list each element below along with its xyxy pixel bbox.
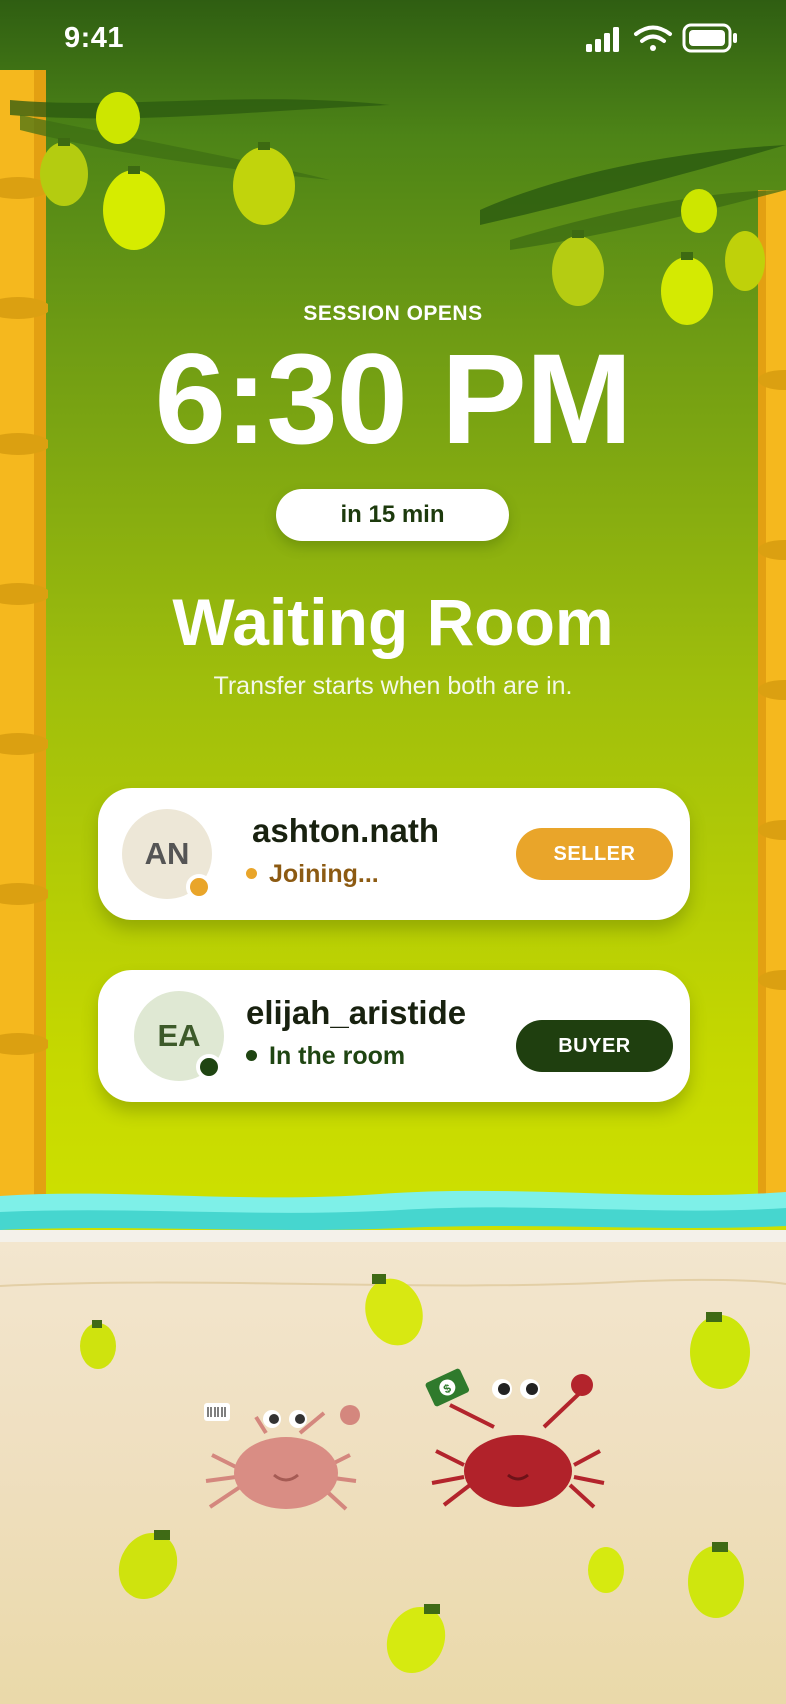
participant-status: In the room (246, 1042, 405, 1071)
participant-card-buyer[interactable]: EA elijah_aristide In the room BUYER (98, 970, 690, 1102)
participant-status: Joining... (246, 860, 379, 889)
session-opens-label: SESSION OPENS (303, 302, 483, 325)
page-subtitle: Transfer starts when both are in. (213, 672, 573, 700)
countdown-pill: in 15 min (276, 489, 509, 541)
status-time: 9:41 (64, 22, 125, 54)
barcode-icon (204, 1403, 230, 1421)
buyer-role-badge[interactable]: BUYER (516, 1020, 673, 1072)
wifi-icon (634, 25, 672, 51)
status-icons (586, 23, 737, 53)
presence-dot (186, 874, 212, 900)
battery-icon (682, 23, 737, 53)
seller-role-badge[interactable]: SELLER (516, 828, 673, 880)
status-text: In the room (269, 1042, 406, 1070)
leaves-right-decoration (480, 145, 786, 325)
participant-username: ashton.nath (252, 812, 439, 849)
leaves-left-decoration (10, 92, 390, 250)
money-icon: $ (425, 1368, 470, 1407)
status-dot-icon (246, 867, 257, 879)
pineapple-icon (80, 1274, 750, 1674)
presence-dot (196, 1054, 222, 1080)
beach-fruit-decoration (80, 1274, 750, 1674)
session-time: 6:30 PM (154, 328, 633, 471)
page-title: Waiting Room (172, 585, 614, 659)
app-screen: $ 9:41 SESSION OPENS 6:30 PM in 15 min W… (0, 0, 786, 1704)
participant-username: elijah_aristide (246, 994, 467, 1031)
buyer-crab-illustration: $ (425, 1368, 605, 1509)
participant-card-seller[interactable]: AN ashton.nath Joining... SELLER (98, 788, 690, 920)
status-text: Joining... (269, 860, 379, 888)
water-wave-decoration (0, 1190, 786, 1242)
status-dot-icon (246, 1049, 257, 1061)
signal-icon (586, 27, 619, 52)
seller-crab-illustration (204, 1403, 360, 1511)
